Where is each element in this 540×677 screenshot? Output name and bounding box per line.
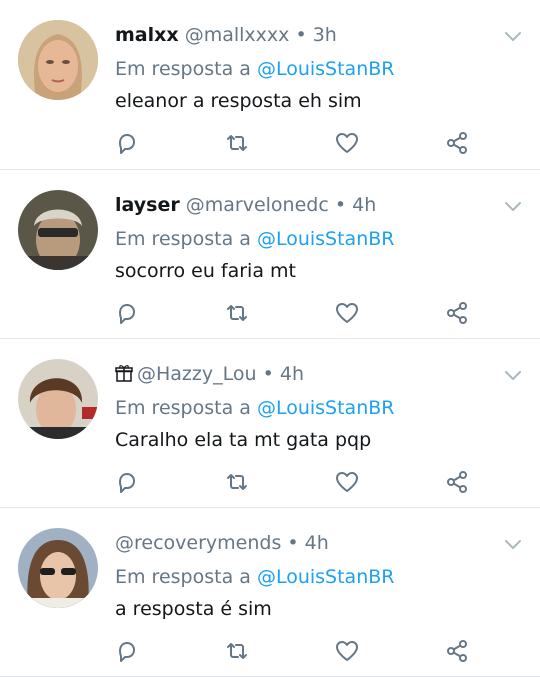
mention-link[interactable]: @LouisStanBR bbox=[257, 397, 395, 419]
mention-link[interactable]: @LouisStanBR bbox=[257, 228, 395, 250]
tweet-header: malxx @mallxxxx • 3h bbox=[115, 22, 337, 48]
reply-prefix: Em resposta a bbox=[115, 58, 251, 80]
separator-dot: • bbox=[287, 532, 299, 554]
user-handle[interactable]: @marvelonedc bbox=[186, 194, 329, 216]
separator-dot: • bbox=[262, 363, 274, 385]
chevron-down-icon[interactable] bbox=[503, 534, 523, 554]
display-name[interactable]: malxx bbox=[115, 24, 179, 46]
tweet-header: layser @marvelonedc • 4h bbox=[115, 192, 376, 218]
tweet[interactable]: @Hazzy_Lou • 4h Em resposta a @LouisStan… bbox=[0, 339, 540, 508]
tweet-text: Caralho ela ta mt gata pqp bbox=[115, 429, 372, 451]
user-handle[interactable]: @mallxxxx bbox=[185, 24, 290, 46]
timestamp[interactable]: 4h bbox=[305, 532, 329, 554]
heart-icon[interactable] bbox=[332, 298, 362, 328]
reply-prefix: Em resposta a bbox=[115, 397, 251, 419]
mention-link[interactable]: @LouisStanBR bbox=[257, 566, 395, 588]
reply-prefix: Em resposta a bbox=[115, 566, 251, 588]
reply-icon[interactable] bbox=[112, 467, 142, 497]
user-handle[interactable]: @Hazzy_Lou bbox=[137, 363, 257, 385]
tweet-text: eleanor a resposta eh sim bbox=[115, 90, 362, 112]
heart-icon[interactable] bbox=[332, 636, 362, 666]
timestamp[interactable]: 4h bbox=[280, 363, 304, 385]
retweet-icon[interactable] bbox=[222, 467, 252, 497]
tweet-header: @Hazzy_Lou • 4h bbox=[115, 361, 304, 387]
heart-icon[interactable] bbox=[332, 128, 362, 158]
reply-context: Em resposta a @LouisStanBR bbox=[115, 395, 394, 421]
tweet[interactable]: @recoverymends • 4h Em resposta a @Louis… bbox=[0, 508, 540, 677]
avatar[interactable] bbox=[18, 528, 98, 608]
reply-context: Em resposta a @LouisStanBR bbox=[115, 226, 394, 252]
share-icon[interactable] bbox=[442, 636, 472, 666]
tweet[interactable]: layser @marvelonedc • 4h Em resposta a @… bbox=[0, 170, 540, 339]
timestamp[interactable]: 4h bbox=[352, 194, 376, 216]
share-icon[interactable] bbox=[442, 467, 472, 497]
wrapped-gift-icon bbox=[115, 365, 133, 382]
display-name[interactable]: layser bbox=[115, 194, 180, 216]
reply-icon[interactable] bbox=[112, 128, 142, 158]
action-bar bbox=[0, 298, 540, 330]
chevron-down-icon[interactable] bbox=[503, 196, 523, 216]
action-bar bbox=[0, 467, 540, 499]
separator-dot: • bbox=[334, 194, 347, 216]
retweet-icon[interactable] bbox=[222, 298, 252, 328]
action-bar bbox=[0, 128, 540, 160]
reply-prefix: Em resposta a bbox=[115, 228, 251, 250]
tweet[interactable]: malxx @mallxxxx • 3h Em resposta a @Loui… bbox=[0, 0, 540, 170]
avatar[interactable] bbox=[18, 20, 98, 100]
action-bar bbox=[0, 636, 540, 668]
mention-link[interactable]: @LouisStanBR bbox=[257, 58, 395, 80]
heart-icon[interactable] bbox=[332, 467, 362, 497]
reply-context: Em resposta a @LouisStanBR bbox=[115, 564, 394, 590]
tweet-text: a resposta é sim bbox=[115, 598, 272, 620]
tweet-text: socorro eu faria mt bbox=[115, 260, 296, 282]
retweet-icon[interactable] bbox=[222, 128, 252, 158]
chevron-down-icon[interactable] bbox=[503, 26, 523, 46]
avatar[interactable] bbox=[18, 190, 98, 270]
user-handle[interactable]: @recoverymends bbox=[115, 532, 281, 554]
reply-icon[interactable] bbox=[112, 298, 142, 328]
retweet-icon[interactable] bbox=[222, 636, 252, 666]
share-icon[interactable] bbox=[442, 298, 472, 328]
share-icon[interactable] bbox=[442, 128, 472, 158]
reply-icon[interactable] bbox=[112, 636, 142, 666]
reply-context: Em resposta a @LouisStanBR bbox=[115, 56, 394, 82]
tweet-header: @recoverymends • 4h bbox=[115, 530, 329, 556]
avatar[interactable] bbox=[18, 359, 98, 439]
chevron-down-icon[interactable] bbox=[503, 365, 523, 385]
timestamp[interactable]: 3h bbox=[313, 24, 337, 46]
separator-dot: • bbox=[295, 24, 307, 46]
